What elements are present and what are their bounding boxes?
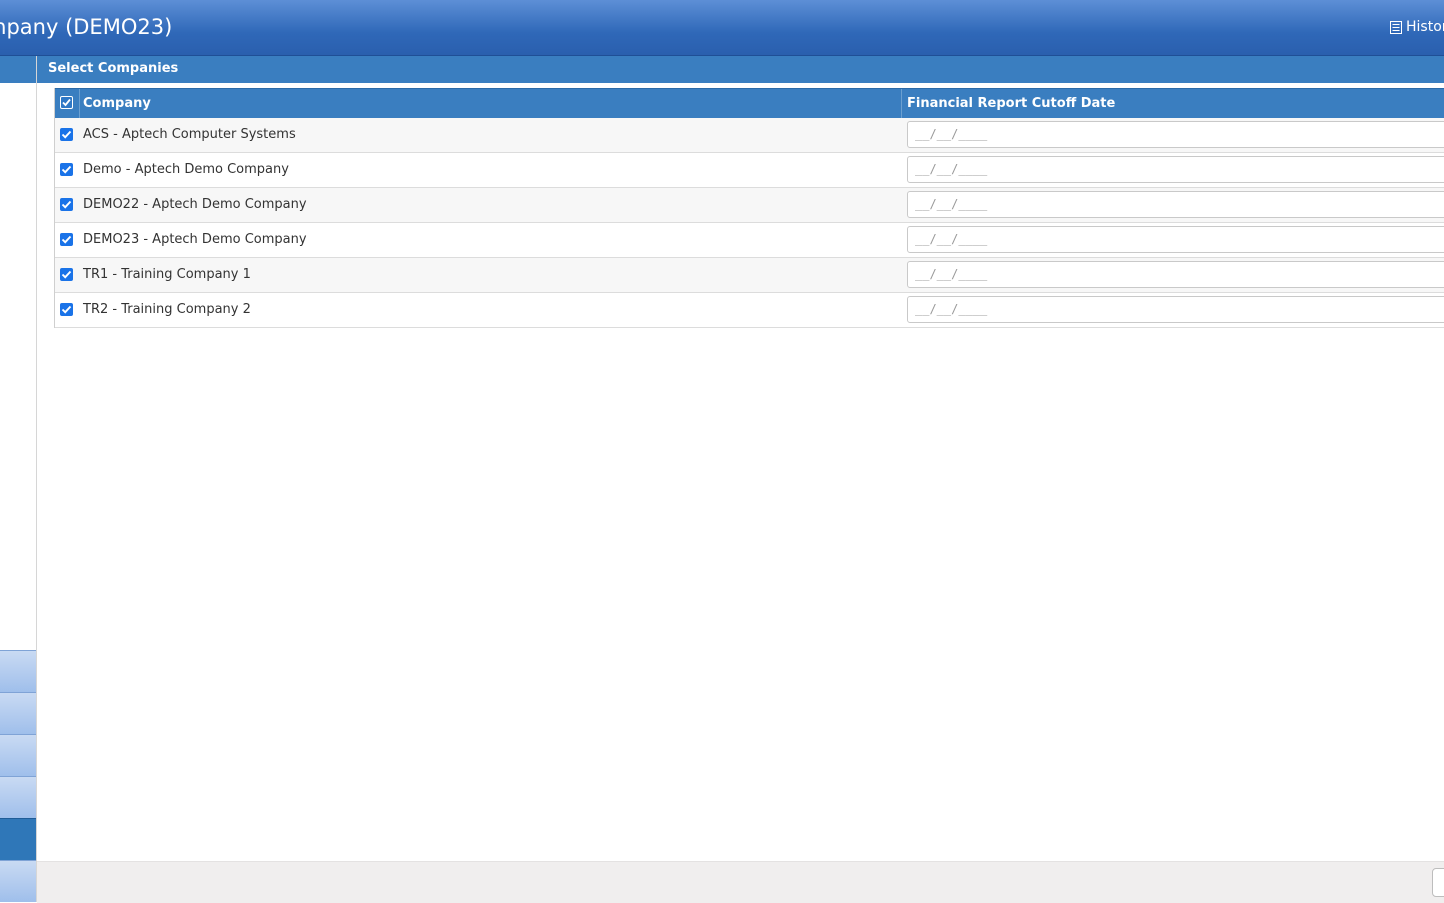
grid-body: ACS - Aptech Computer Systems __/__/____ D… bbox=[55, 118, 1444, 328]
check-icon bbox=[61, 130, 72, 139]
history-button[interactable]: Histor bbox=[1390, 19, 1444, 35]
company-name: TR2 - Training Company 2 bbox=[83, 302, 251, 317]
sidebar-button-5-active[interactable] bbox=[0, 818, 36, 860]
company-name: DEMO23 - Aptech Demo Company bbox=[83, 232, 307, 247]
title-bar: mpany (DEMO23) Histor bbox=[0, 0, 1444, 56]
table-row: ACS - Aptech Computer Systems __/__/____ bbox=[55, 118, 1444, 153]
sidebar-header bbox=[0, 56, 36, 83]
row-checkbox[interactable] bbox=[60, 303, 73, 316]
history-label: Histor bbox=[1406, 19, 1444, 35]
table-row: TR2 - Training Company 2 __/__/____ bbox=[55, 293, 1444, 328]
bottom-toolbar bbox=[37, 861, 1444, 903]
cutoff-date-input[interactable]: __/__/____ bbox=[907, 156, 1444, 183]
check-icon bbox=[61, 305, 72, 314]
company-name: ACS - Aptech Computer Systems bbox=[83, 127, 296, 142]
column-divider bbox=[901, 89, 902, 118]
cutoff-date-input[interactable]: __/__/____ bbox=[907, 296, 1444, 323]
table-row: DEMO23 - Aptech Demo Company __/__/____ bbox=[55, 223, 1444, 258]
cutoff-date-input[interactable]: __/__/____ bbox=[907, 121, 1444, 148]
row-checkbox[interactable] bbox=[60, 268, 73, 281]
company-name: Demo - Aptech Demo Company bbox=[83, 162, 289, 177]
sidebar-button-4[interactable] bbox=[0, 776, 36, 818]
row-checkbox[interactable] bbox=[60, 198, 73, 211]
check-icon bbox=[61, 235, 72, 244]
row-checkbox[interactable] bbox=[60, 233, 73, 246]
sidebar-button-1[interactable] bbox=[0, 650, 36, 692]
list-icon bbox=[1390, 20, 1402, 34]
row-checkbox[interactable] bbox=[60, 163, 73, 176]
select-all-cell bbox=[55, 89, 80, 118]
table-row: TR1 - Training Company 1 __/__/____ bbox=[55, 258, 1444, 293]
check-icon bbox=[61, 165, 72, 174]
left-sidebar bbox=[0, 56, 37, 902]
cutoff-date-input[interactable]: __/__/____ bbox=[907, 226, 1444, 253]
column-header-company[interactable]: Company bbox=[83, 96, 151, 111]
check-icon bbox=[62, 98, 71, 107]
check-icon bbox=[61, 270, 72, 279]
toolbar-button[interactable] bbox=[1432, 868, 1444, 897]
sidebar-button-3[interactable] bbox=[0, 734, 36, 776]
cutoff-date-input[interactable]: __/__/____ bbox=[907, 191, 1444, 218]
window-title: mpany (DEMO23) bbox=[0, 15, 173, 39]
section-title: Select Companies bbox=[37, 56, 1444, 83]
column-header-cutoff-date[interactable]: Financial Report Cutoff Date bbox=[907, 96, 1115, 111]
company-name: TR1 - Training Company 1 bbox=[83, 267, 251, 282]
table-row: Demo - Aptech Demo Company __/__/____ bbox=[55, 153, 1444, 188]
table-row: DEMO22 - Aptech Demo Company __/__/____ bbox=[55, 188, 1444, 223]
company-name: DEMO22 - Aptech Demo Company bbox=[83, 197, 307, 212]
select-all-checkbox[interactable] bbox=[60, 96, 73, 109]
cutoff-date-input[interactable]: __/__/____ bbox=[907, 261, 1444, 288]
grid-header-row: Company Financial Report Cutoff Date bbox=[55, 88, 1444, 118]
sidebar-button-2[interactable] bbox=[0, 692, 36, 734]
sidebar-button-6[interactable] bbox=[0, 860, 36, 902]
row-checkbox[interactable] bbox=[60, 128, 73, 141]
check-icon bbox=[61, 200, 72, 209]
companies-grid: Company Financial Report Cutoff Date ACS… bbox=[54, 88, 1444, 328]
